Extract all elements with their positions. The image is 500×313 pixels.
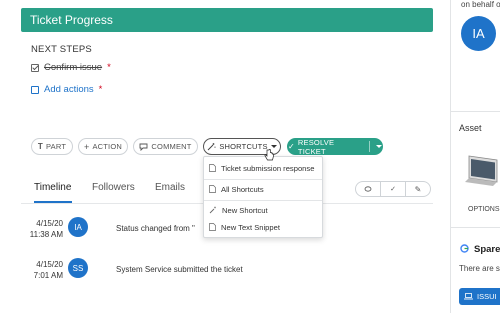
next-step-add-actions[interactable]: Add actions * [31, 84, 102, 95]
tab-timeline[interactable]: Timeline [34, 182, 71, 193]
options-label[interactable]: OPTIONS [468, 206, 500, 213]
avatar[interactable]: SS [68, 258, 88, 278]
resolve-label: RESOLVE TICKET [297, 137, 335, 156]
tab-followers[interactable]: Followers [92, 182, 135, 193]
part-button[interactable]: T PART [31, 138, 73, 155]
next-step-confirm-issue[interactable]: Confirm issue * [31, 62, 111, 73]
document-icon [209, 164, 216, 172]
google-icon [460, 244, 469, 253]
spare-heading: Spare A [474, 244, 500, 255]
action-label: ACTION [92, 142, 122, 151]
resolve-ticket-button[interactable]: ✓ RESOLVE TICKET [287, 137, 383, 156]
timeline-entry-text: System Service submitted the ticket [116, 265, 243, 274]
tab-emails[interactable]: Emails [155, 182, 185, 193]
laptop-icon [465, 155, 498, 186]
timeline-filter-toggle[interactable]: ✓ ✎ [355, 181, 431, 197]
active-tab-indicator [34, 201, 72, 203]
step-label: Add actions [44, 84, 94, 95]
plus-icon: + [83, 141, 90, 152]
checkbox-checked[interactable] [31, 63, 39, 72]
document-icon [209, 223, 216, 231]
hand-cursor-icon [264, 149, 274, 161]
comment-label: COMMENT [151, 142, 192, 151]
comment-icon [139, 143, 148, 151]
sidebar-divider [451, 111, 500, 112]
menu-item-new-shortcut[interactable]: New Shortcut [204, 202, 322, 218]
entry-time: 7:01 AM [33, 271, 63, 280]
checkbox-unchecked[interactable] [31, 85, 39, 94]
shortcuts-dropdown-menu: Ticket submission response All Shortcuts… [203, 156, 323, 238]
pencil-filter-icon[interactable]: ✎ [406, 182, 430, 196]
entry-time: 11:38 AM [29, 230, 63, 239]
avatar[interactable]: IA [68, 217, 88, 237]
action-button[interactable]: + ACTION [78, 138, 128, 155]
split-divider [369, 141, 370, 152]
spare-description: There are s [459, 264, 500, 273]
shortcuts-label: SHORTCUTS [219, 142, 268, 151]
issue-button-label: ISSUI [477, 292, 497, 301]
magic-wand-icon [209, 206, 216, 214]
avatar[interactable]: IA [461, 16, 496, 51]
document-icon [209, 185, 216, 193]
entry-date: 4/15/20 [36, 260, 63, 269]
menu-item-all-shortcuts[interactable]: All Shortcuts [204, 181, 322, 197]
laptop-small-icon [464, 293, 473, 300]
menu-item-label: New Text Snippet [221, 222, 280, 232]
entry-date: 4/15/20 [36, 219, 63, 228]
right-sidebar: on behalf o IA Asset OPTIONS Spare A The… [450, 0, 500, 313]
required-mark: * [107, 62, 111, 73]
chevron-down-icon [270, 145, 277, 148]
comment-button[interactable]: COMMENT [133, 138, 198, 155]
ticket-progress-header: Ticket Progress [21, 8, 433, 32]
part-icon: T [37, 142, 43, 151]
checkmark-icon: ✓ [288, 142, 295, 151]
step-label: Confirm issue [44, 62, 103, 73]
timeline-entry-date: 4/15/20 11:38 AM [25, 218, 63, 240]
menu-item-new-text-snippet[interactable]: New Text Snippet [204, 219, 322, 235]
asset-heading: Asset [459, 123, 482, 133]
part-label: PART [45, 142, 67, 151]
check-filter-icon[interactable]: ✓ [381, 182, 406, 196]
next-steps-heading: NEXT STEPS [31, 44, 92, 55]
issue-button[interactable]: ISSUI [459, 288, 500, 305]
sidebar-divider [451, 227, 500, 228]
menu-divider [204, 179, 322, 180]
comment-filter-icon[interactable] [356, 182, 381, 196]
magic-wand-icon [207, 143, 216, 151]
timeline-entry-text: Status changed from " [116, 224, 195, 233]
menu-item-label: All Shortcuts [221, 184, 264, 194]
menu-divider [204, 200, 322, 201]
required-mark: * [98, 84, 103, 95]
menu-item-label: New Shortcut [222, 205, 268, 215]
chevron-down-icon[interactable] [376, 145, 382, 148]
timeline-entry-date: 4/15/20 7:01 AM [25, 259, 63, 281]
menu-item-ticket-submission-response[interactable]: Ticket submission response [204, 160, 322, 176]
behalf-text: on behalf o [461, 0, 500, 9]
menu-item-label: Ticket submission response [221, 163, 315, 173]
